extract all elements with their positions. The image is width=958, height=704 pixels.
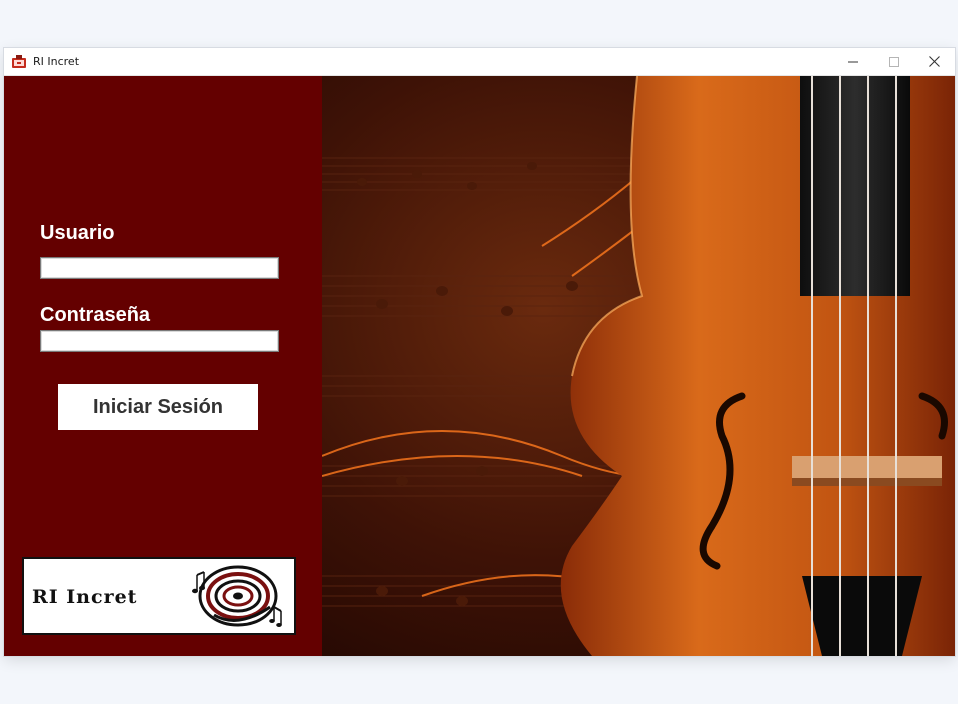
password-input[interactable] [40, 330, 279, 352]
maximize-icon [888, 56, 899, 67]
maximize-button[interactable] [873, 48, 914, 75]
brand-logo: RI Incret [22, 557, 296, 635]
logo-text: RI Incret [32, 586, 138, 608]
user-label: Usuario [40, 222, 115, 244]
login-button[interactable]: Iniciar Sesión [58, 384, 258, 430]
vinyl-record-icon [192, 565, 282, 627]
close-icon [929, 56, 940, 67]
app-icon [12, 54, 26, 68]
minimize-button[interactable] [832, 48, 873, 75]
violin-background-image [321, 75, 955, 656]
window-content: Usuario Contraseña Iniciar Sesión RI Inc… [4, 75, 955, 656]
password-label: Contraseña [40, 304, 151, 326]
app-window: RI Incret Usuario Contraseña Iniciar Ses… [4, 48, 955, 656]
login-panel: Usuario Contraseña Iniciar Sesión RI Inc… [4, 76, 322, 656]
user-input[interactable] [40, 257, 279, 279]
violin-image [321, 75, 955, 656]
title-bar[interactable]: RI Incret [4, 48, 955, 76]
window-title: RI Incret [33, 55, 80, 68]
minimize-icon [847, 61, 858, 62]
close-button[interactable] [914, 48, 955, 75]
window-controls [832, 48, 955, 75]
